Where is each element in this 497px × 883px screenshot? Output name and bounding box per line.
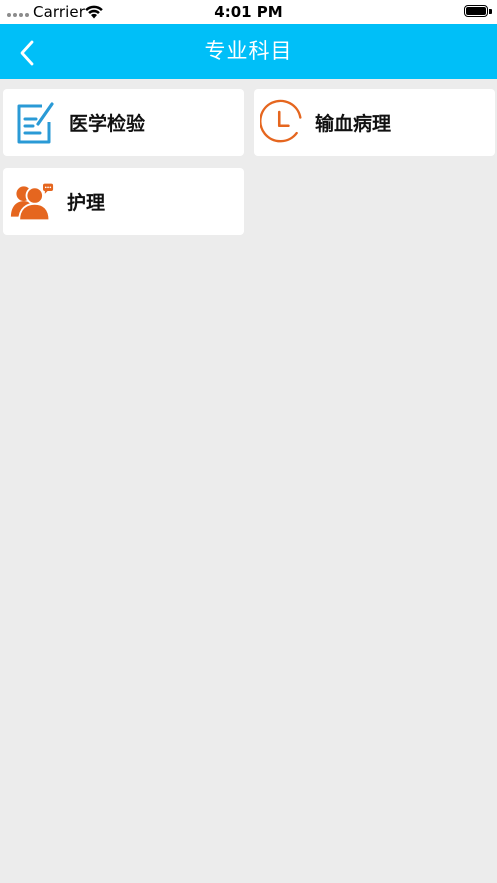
navigation-bar: 专业科目 — [0, 24, 497, 79]
clock-icon — [260, 99, 304, 145]
subject-card-medical-lab[interactable]: 医学检验 — [3, 89, 244, 156]
battery-icon — [464, 5, 488, 17]
subject-card-transfusion-pathology[interactable]: 输血病理 — [254, 89, 495, 156]
battery-cap — [489, 9, 492, 14]
page-title: 专业科目 — [204, 39, 293, 63]
subject-label: 护理 — [67, 192, 106, 214]
people-chat-icon — [10, 180, 54, 224]
clock-time: 4:01 PM — [214, 3, 283, 21]
subject-label: 输血病理 — [315, 113, 392, 135]
subject-label: 医学检验 — [69, 113, 146, 135]
status-bar: Carrier 4:01 PM — [0, 0, 497, 24]
edit-note-icon — [14, 101, 58, 145]
subject-card-nursing[interactable]: 护理 — [3, 168, 244, 235]
